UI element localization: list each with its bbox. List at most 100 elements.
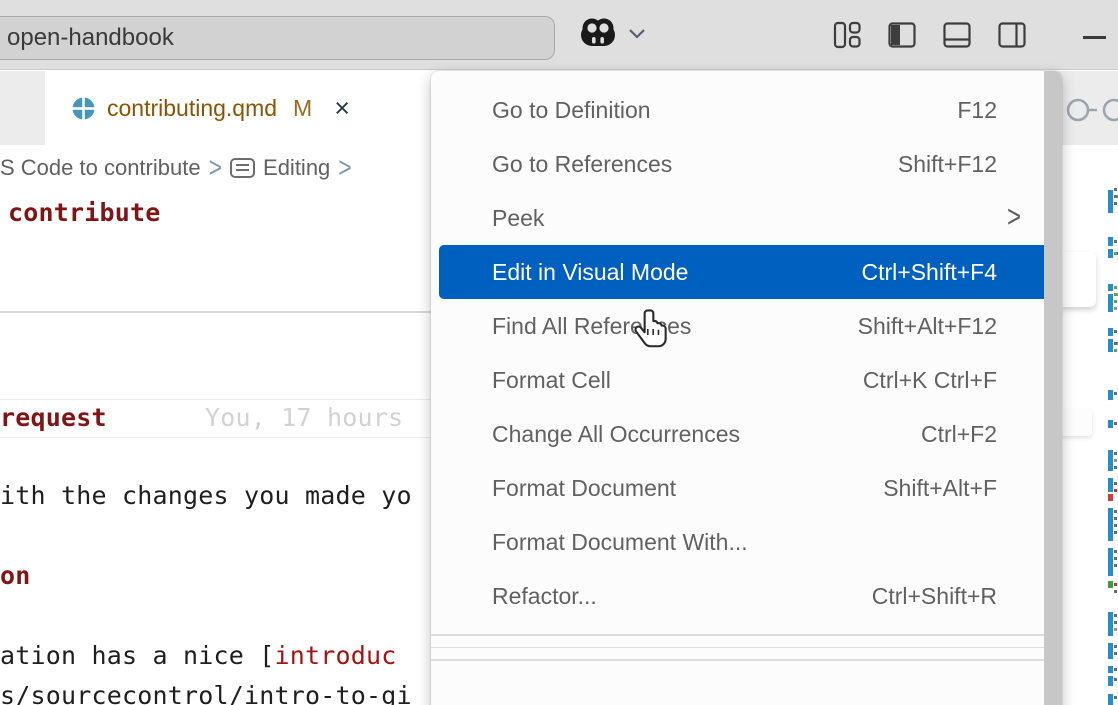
command-center-search[interactable]: open-handbook — [0, 16, 555, 60]
code-line: contribute — [8, 198, 161, 227]
quarto-file-icon — [72, 97, 95, 120]
menu-separator — [431, 634, 1044, 636]
menu-scrollbar[interactable] — [1044, 71, 1062, 705]
minimap-text-mark — [1114, 459, 1117, 462]
menu-item-label: Edit in Visual Mode — [492, 259, 862, 286]
minimap-text-mark — [1114, 696, 1117, 699]
minimap-text-mark — [1114, 557, 1117, 560]
menu-item-shortcut: Ctrl+Shift+F4 — [862, 259, 998, 286]
modified-badge: M — [293, 95, 312, 122]
menu-item-format-cell[interactable]: Format CellCtrl+K Ctrl+F — [439, 353, 1049, 407]
menu-item-peek[interactable]: Peek> — [439, 191, 1049, 245]
menu-item-edit-in-visual-mode[interactable]: Edit in Visual ModeCtrl+Shift+F4 — [439, 245, 1049, 299]
minimize-icon[interactable] — [1083, 36, 1106, 39]
tab-contributing-qmd[interactable]: contributing.qmd M × — [45, 71, 437, 145]
menu-item-label: Go to Definition — [492, 97, 957, 124]
minimap-change-bar — [1108, 478, 1113, 492]
menu-item-go-to-references[interactable]: Go to ReferencesShift+F12 — [439, 137, 1049, 191]
minimap-change-bar — [1108, 508, 1113, 541]
minimap[interactable] — [1103, 145, 1118, 705]
minimap-text-mark — [1114, 286, 1117, 289]
cell-boundary-line — [0, 399, 437, 400]
menu-item-label: Peek — [492, 205, 1007, 232]
menu-item-shortcut: Ctrl+F2 — [921, 421, 997, 448]
breadcrumb-separator: > — [209, 151, 222, 185]
minimap-change-bar — [1108, 694, 1113, 705]
code-line: s/sourcecontrol/intro-to-gi — [0, 681, 412, 705]
minimap-text-mark — [1114, 668, 1117, 671]
minimap-text-mark — [1114, 614, 1117, 617]
minimap-change-bar — [1108, 190, 1113, 213]
code-segment: introduc — [275, 641, 397, 670]
menu-item-go-to-definition[interactable]: Go to DefinitionF12 — [439, 83, 1049, 137]
menu-item-shortcut: Shift+F12 — [898, 151, 997, 178]
code-segment: request — [0, 403, 107, 432]
breadcrumb-separator: > — [338, 151, 351, 185]
breadcrumb-item-editing[interactable]: Editing — [263, 155, 330, 181]
vscode-window: open-handbook — [0, 0, 1118, 705]
minimap-text-mark — [1114, 452, 1117, 455]
minimap-text-mark — [1114, 531, 1117, 534]
menu-item-refactor[interactable]: Refactor...Ctrl+Shift+R — [439, 569, 1049, 623]
minimap-text-mark — [1114, 240, 1117, 243]
minimap-text-mark — [1114, 466, 1117, 469]
minimap-text-mark — [1114, 489, 1117, 492]
minimap-change-bar — [1108, 249, 1113, 258]
menu-item-format-document[interactable]: Format DocumentShift+Alt+F — [439, 461, 1049, 515]
menu-item-label: Change All Occurrences — [492, 421, 921, 448]
menu-item-shortcut: Ctrl+Shift+R — [872, 583, 997, 610]
minimap-change-bar — [1108, 420, 1113, 428]
toggle-panel-icon[interactable] — [942, 20, 972, 50]
minimap-change-bar — [1108, 676, 1113, 686]
code-segment: contribute — [8, 198, 161, 227]
minimap-text-mark — [1114, 583, 1117, 586]
minimap-text-mark — [1114, 392, 1117, 395]
minimap-text-mark — [1114, 628, 1117, 631]
minimap-change-bar — [1108, 494, 1113, 501]
menu-item-find-all-references[interactable]: Find All ReferencesShift+Alt+F12 — [439, 299, 1049, 353]
menu-separator — [431, 647, 1044, 649]
breadcrumb-item-code-to-contribute[interactable]: S Code to contribute — [0, 155, 201, 181]
section-icon — [230, 158, 255, 178]
copilot-icon[interactable] — [578, 17, 618, 49]
code-segment: ith the changes you made yo — [0, 481, 412, 510]
command-center-text: open-handbook — [7, 24, 174, 52]
menu-item-label: Format Document — [492, 475, 883, 502]
menu-item-label: Format Document With... — [492, 529, 997, 556]
menu-item-shortcut: Ctrl+K Ctrl+F — [863, 367, 997, 394]
minimap-change-bar — [1108, 284, 1113, 291]
cell-toolbar-edge — [1062, 409, 1092, 436]
minimap-change-bar — [1108, 237, 1113, 246]
minimap-change-bar — [1108, 450, 1113, 471]
chevron-down-icon[interactable] — [628, 27, 646, 39]
code-segment: You, 17 hours — [205, 403, 403, 432]
minimap-text-mark — [1114, 645, 1117, 648]
menu-item-shortcut: Shift+Alt+F — [883, 475, 997, 502]
submenu-chevron-icon: > — [1007, 200, 1021, 236]
tab-filename: contributing.qmd — [107, 95, 277, 122]
breadcrumb: S Code to contribute > Editing > — [0, 145, 437, 190]
minimap-text-mark — [1114, 349, 1117, 352]
minimap-text-mark — [1114, 652, 1117, 655]
cell-toolbar-edge — [1062, 252, 1096, 307]
cell-boundary-line — [0, 437, 437, 438]
minimap-text-mark — [1114, 621, 1117, 624]
code-line: on — [0, 561, 31, 590]
code-line: ith the changes you made yo — [0, 481, 412, 510]
menu-item-shortcut: F12 — [957, 97, 997, 124]
minimap-text-mark — [1114, 188, 1117, 191]
code-line: You, 17 hours — [205, 403, 403, 432]
toggle-primary-sidebar-icon[interactable] — [887, 20, 917, 50]
customize-layout-icon[interactable] — [832, 20, 862, 50]
minimap-change-bar — [1108, 548, 1113, 576]
minimap-change-bar — [1108, 390, 1113, 400]
close-icon[interactable]: × — [334, 95, 350, 122]
editor-actions-cut — [1062, 71, 1118, 145]
menu-item-format-document-with[interactable]: Format Document With... — [439, 515, 1049, 569]
menu-item-change-all-occurrences[interactable]: Change All OccurrencesCtrl+F2 — [439, 407, 1049, 461]
toggle-secondary-sidebar-icon[interactable] — [997, 20, 1027, 50]
minimap-text-mark — [1114, 307, 1117, 310]
minimap-text-mark — [1114, 517, 1117, 520]
minimap-change-bar — [1108, 612, 1113, 636]
menu-separator — [431, 659, 1044, 661]
